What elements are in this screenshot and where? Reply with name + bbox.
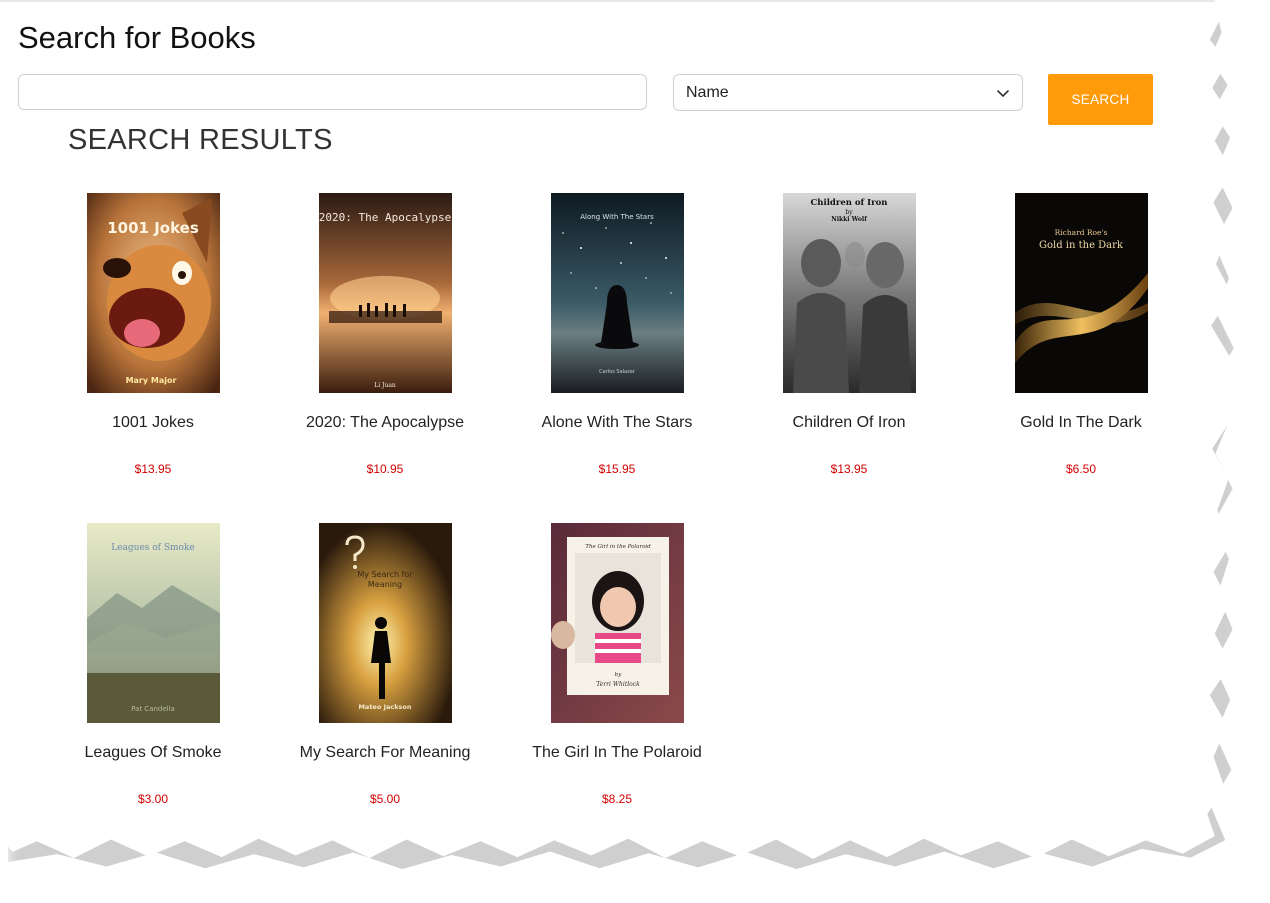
book-card[interactable]: 2020: The Apocalypse Li Juan 2020: The A… — [269, 193, 501, 476]
cartoon-dog-cover-image: 1001 Jokes Mary Major — [86, 193, 220, 393]
iron-children-cover-image: Children of Iron by Nikki Wolf — [782, 193, 916, 393]
book-title[interactable]: Leagues Of Smoke — [37, 744, 269, 762]
search-button[interactable]: SEARCH — [1048, 74, 1153, 125]
page-sheet: Search for Books Name SEARCH SEARCH RESU… — [0, 0, 1232, 859]
book-title[interactable]: Children Of Iron — [733, 414, 965, 432]
cover-author: Li Juan — [374, 382, 396, 389]
book-title[interactable]: Gold In The Dark — [965, 414, 1197, 432]
cover-title: 1001 Jokes — [107, 219, 199, 237]
cover-title: Leagues of Smoke — [111, 543, 195, 553]
book-cover[interactable]: My Search for Meaning Mateo Jackson — [318, 523, 452, 723]
book-price: $13.95 — [830, 462, 868, 476]
book-price: $6.50 — [1065, 462, 1097, 476]
cover-title-line1: Richard Roe's — [1054, 228, 1107, 237]
book-title[interactable]: 1001 Jokes — [37, 414, 269, 432]
book-cover[interactable]: The Girl in the Polaroid by Terri Whitlo… — [550, 523, 684, 723]
cover-title: Along With The Stars — [580, 213, 654, 221]
polaroid-girl-cover-image: The Girl in the Polaroid by Terri Whitlo… — [550, 523, 684, 723]
cover-title-line1: My Search for — [357, 570, 413, 579]
book-card[interactable]: The Girl in the Polaroid by Terri Whitlo… — [501, 523, 733, 806]
search-field-selected-value: Name — [686, 83, 729, 101]
cover-by: by — [614, 672, 622, 678]
book-title[interactable]: Alone With The Stars — [501, 414, 733, 432]
book-card[interactable]: Richard Roe's Gold in the Dark Gold In T… — [965, 193, 1197, 476]
apocalypse-cover-image: 2020: The Apocalypse Li Juan — [318, 193, 452, 393]
page-title: Search for Books — [18, 20, 256, 55]
book-price: $8.25 — [601, 792, 633, 806]
book-cover[interactable]: Children of Iron by Nikki Wolf — [782, 193, 916, 393]
cover-by: by — [845, 209, 853, 216]
book-cover[interactable]: Along With The Stars Carlos Salazar — [550, 193, 684, 393]
book-cover[interactable]: 2020: The Apocalypse Li Juan — [318, 193, 452, 393]
book-cover[interactable]: Richard Roe's Gold in the Dark — [1014, 193, 1148, 393]
cover-author: Mateo Jackson — [358, 703, 411, 711]
results-heading: SEARCH RESULTS — [68, 124, 333, 156]
starry-sky-cover-image: Along With The Stars Carlos Salazar — [550, 193, 684, 393]
search-input[interactable] — [18, 74, 647, 110]
gold-swirl-cover-image: Richard Roe's Gold in the Dark — [1014, 193, 1148, 393]
cover-author: Terri Whitlock — [596, 681, 640, 688]
book-price: $10.95 — [366, 462, 404, 476]
cover-title: The Girl in the Polaroid — [585, 544, 651, 550]
book-title[interactable]: The Girl In The Polaroid — [501, 744, 733, 762]
book-title[interactable]: My Search For Meaning — [269, 744, 501, 762]
book-card[interactable]: My Search for Meaning Mateo Jackson My S… — [269, 523, 501, 806]
book-card[interactable]: Leagues of Smoke Pat Candella Leagues Of… — [37, 523, 269, 806]
search-field-select[interactable]: Name — [673, 74, 1023, 111]
book-title[interactable]: 2020: The Apocalypse — [269, 414, 501, 432]
book-cover[interactable]: 1001 Jokes Mary Major — [86, 193, 220, 393]
cover-author: Nikki Wolf — [831, 216, 867, 223]
cover-title-line2: Gold in the Dark — [1039, 240, 1124, 251]
book-price: $15.95 — [598, 462, 636, 476]
misty-mountains-cover-image: Leagues of Smoke Pat Candella — [86, 523, 220, 723]
book-card[interactable]: Along With The Stars Carlos Salazar Alon… — [501, 193, 733, 476]
glowing-silhouette-cover-image: My Search for Meaning Mateo Jackson — [318, 523, 452, 723]
chevron-down-icon — [997, 90, 1009, 97]
book-price: $13.95 — [134, 462, 172, 476]
book-price: $3.00 — [137, 792, 169, 806]
book-cover[interactable]: Leagues of Smoke Pat Candella — [86, 523, 220, 723]
cover-title-line2: Meaning — [367, 580, 401, 589]
book-price: $5.00 — [369, 792, 401, 806]
cover-title: 2020: The Apocalypse — [319, 211, 451, 224]
book-card[interactable]: 1001 Jokes Mary Major 1001 Jokes $13.95 — [37, 193, 269, 476]
book-card[interactable]: Children of Iron by Nikki Wolf Children … — [733, 193, 965, 476]
cover-author: Carlos Salazar — [599, 369, 636, 375]
cover-author: Mary Major — [125, 376, 176, 385]
cover-author: Pat Candella — [131, 705, 175, 713]
cover-title: Children of Iron — [810, 198, 887, 208]
